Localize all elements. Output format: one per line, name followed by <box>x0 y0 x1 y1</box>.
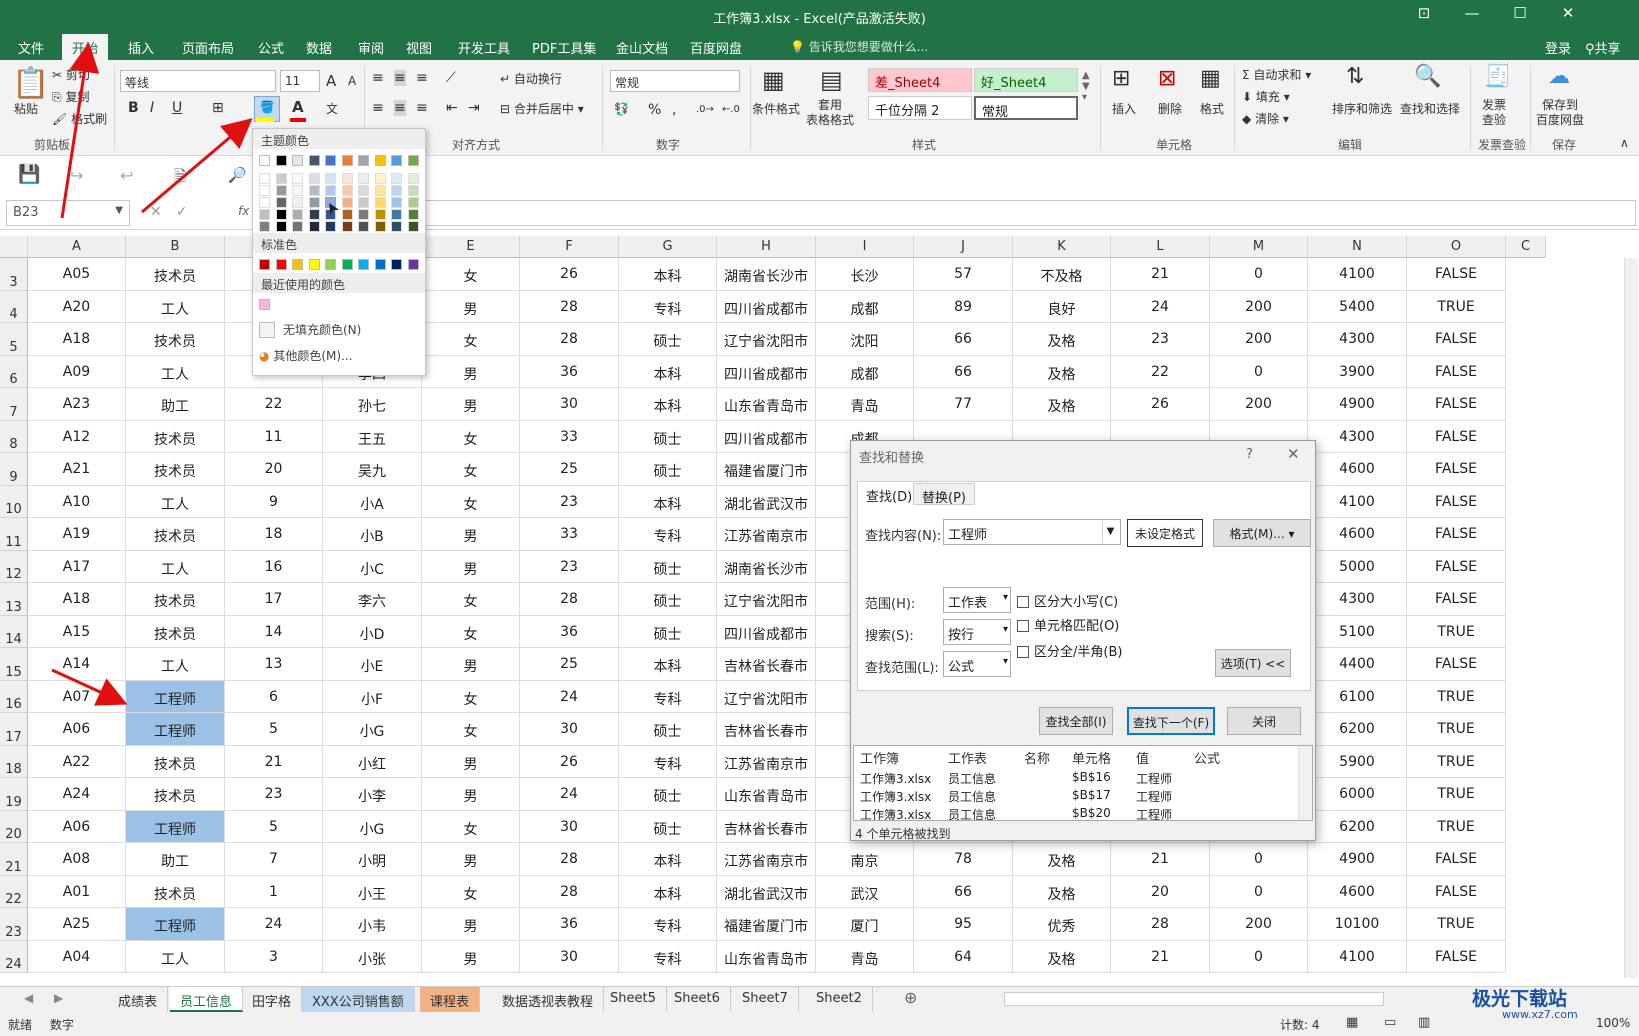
arrow-to-fill-color <box>141 118 253 214</box>
annotation-arrows <box>51 42 253 706</box>
arrow-to-home-tab <box>60 42 100 219</box>
arrow-to-engineer-cells <box>51 668 128 706</box>
